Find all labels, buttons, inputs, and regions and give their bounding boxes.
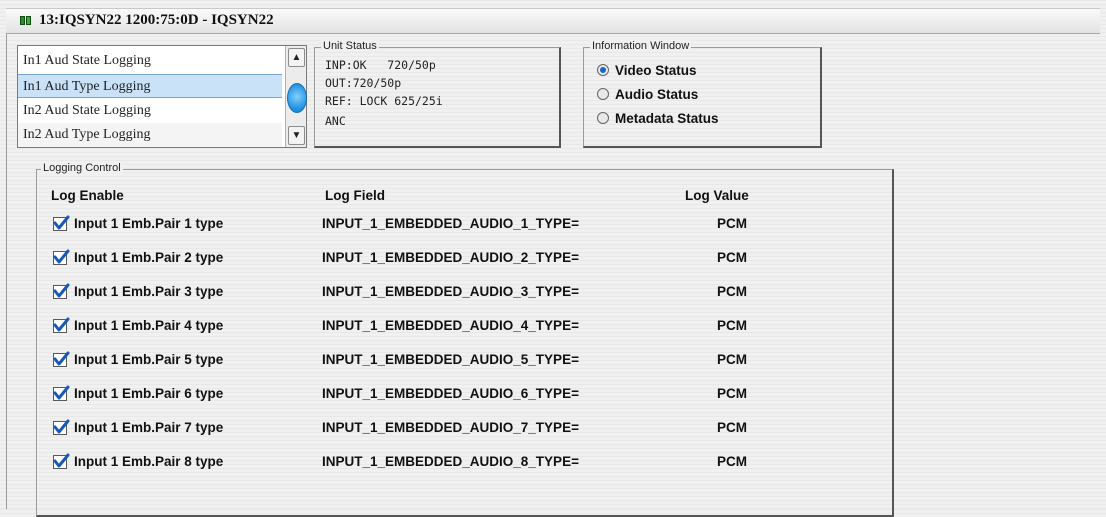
log-field-text: INPUT_1_EMBEDDED_AUDIO_6_TYPE= [322, 386, 579, 401]
log-row: Input 1 Emb.Pair 7 type INPUT_1_EMBEDDED_… [37, 419, 892, 440]
log-field-text: INPUT_1_EMBEDDED_AUDIO_3_TYPE= [322, 284, 579, 299]
log-value-text: PCM [717, 318, 747, 333]
status-line-output: OUT:720/50p [325, 76, 402, 90]
status-line-reference: REF: LOCK 625/25i [325, 94, 443, 108]
radio-label: Video Status [615, 63, 697, 78]
log-field-text: INPUT_1_EMBEDDED_AUDIO_1_TYPE= [322, 216, 579, 231]
radio-metadata-status[interactable]: Metadata Status [597, 111, 719, 126]
radio-label: Audio Status [615, 87, 699, 102]
log-value-header: Log Value [685, 188, 749, 203]
log-enable-checkbox[interactable] [53, 419, 70, 435]
app-window: 13:IQSYN22 1200:75:0D - IQSYN22 In1 Aud … [0, 0, 1106, 517]
log-enable-label[interactable]: Input 1 Emb.Pair 8 type [74, 454, 223, 469]
list-item[interactable]: In1 Aud State Logging [18, 49, 282, 73]
radio-audio-status[interactable]: Audio Status [597, 87, 698, 102]
log-row: Input 1 Emb.Pair 5 type INPUT_1_EMBEDDED_… [37, 351, 892, 372]
log-row: Input 1 Emb.Pair 1 type INPUT_1_EMBEDDED_… [37, 215, 892, 236]
information-window-title: Information Window [590, 40, 692, 52]
checkmark-icon [53, 249, 70, 264]
log-enable-checkbox[interactable] [53, 317, 70, 333]
log-enable-checkbox[interactable] [53, 385, 70, 401]
log-value-text: PCM [717, 454, 747, 469]
checkmark-icon [53, 283, 70, 298]
radio-label: Metadata Status [615, 111, 719, 126]
log-value-text: PCM [717, 250, 747, 265]
scroll-down-icon[interactable]: ▼ [288, 126, 305, 145]
scroll-thumb[interactable] [287, 83, 307, 113]
information-window-panel: Information Window Video Status Audio St… [583, 40, 822, 148]
radio-icon[interactable] [597, 112, 609, 124]
log-field-text: INPUT_1_EMBEDDED_AUDIO_4_TYPE= [322, 318, 579, 333]
log-type-listbox[interactable]: In1 Aud State Logging In1 Aud Type Loggi… [17, 45, 307, 148]
radio-icon[interactable] [597, 88, 609, 100]
list-item[interactable]: In2 Aud State Logging [18, 99, 282, 123]
log-row: Input 1 Emb.Pair 3 type INPUT_1_EMBEDDED_… [37, 283, 892, 304]
list-scrollbar[interactable]: ▲ ▼ [285, 46, 307, 147]
checkmark-icon [53, 317, 70, 332]
checkmark-icon [53, 351, 70, 366]
log-field-text: INPUT_1_EMBEDDED_AUDIO_5_TYPE= [322, 352, 579, 367]
checkmark-icon [53, 215, 70, 230]
log-field-text: INPUT_1_EMBEDDED_AUDIO_2_TYPE= [322, 250, 579, 265]
title-bar[interactable]: 13:IQSYN22 1200:75:0D - IQSYN22 [6, 8, 1100, 34]
log-field-header: Log Field [325, 188, 385, 203]
logging-control-title: Logging Control [41, 162, 123, 174]
log-value-text: PCM [717, 284, 747, 299]
log-enable-label[interactable]: Input 1 Emb.Pair 6 type [74, 386, 223, 401]
log-enable-checkbox[interactable] [53, 249, 70, 265]
radio-selected-icon[interactable] [597, 64, 609, 76]
window-title: 13:IQSYN22 1200:75:0D - IQSYN22 [39, 12, 274, 28]
log-enable-label[interactable]: Input 1 Emb.Pair 4 type [74, 318, 223, 333]
unit-status-panel: Unit Status INP:OK 720/50p OUT:720/50p R… [314, 40, 561, 148]
radio-video-status[interactable]: Video Status [597, 63, 697, 78]
log-enable-checkbox[interactable] [53, 215, 70, 231]
log-enable-checkbox[interactable] [53, 351, 70, 367]
log-value-text: PCM [717, 352, 747, 367]
scroll-up-icon[interactable]: ▲ [288, 48, 305, 67]
status-line-anc: ANC [325, 114, 346, 128]
log-value-text: PCM [717, 216, 747, 231]
list-item-selected[interactable]: In1 Aud Type Logging [18, 74, 282, 98]
checkmark-icon [53, 419, 70, 434]
list-item[interactable]: In2 Aud Type Logging [18, 123, 282, 147]
checkmark-icon [53, 385, 70, 400]
log-enable-checkbox[interactable] [53, 453, 70, 469]
log-field-text: INPUT_1_EMBEDDED_AUDIO_7_TYPE= [322, 420, 579, 435]
log-enable-header: Log Enable [51, 188, 124, 203]
log-enable-label[interactable]: Input 1 Emb.Pair 3 type [74, 284, 223, 299]
window-left-border [6, 30, 7, 509]
log-value-text: PCM [717, 420, 747, 435]
logging-control-panel: Logging Control Log Enable Log Field Log… [36, 162, 894, 517]
checkmark-icon [53, 453, 70, 468]
log-enable-label[interactable]: Input 1 Emb.Pair 1 type [74, 216, 223, 231]
log-enable-checkbox[interactable] [53, 283, 70, 299]
unit-status-title: Unit Status [321, 40, 379, 52]
log-row: Input 1 Emb.Pair 6 type INPUT_1_EMBEDDED_… [37, 385, 892, 406]
log-row: Input 1 Emb.Pair 8 type INPUT_1_EMBEDDED_… [37, 453, 892, 474]
log-value-text: PCM [717, 386, 747, 401]
log-enable-label[interactable]: Input 1 Emb.Pair 2 type [74, 250, 223, 265]
log-field-text: INPUT_1_EMBEDDED_AUDIO_8_TYPE= [322, 454, 579, 469]
status-line-input: INP:OK 720/50p [325, 58, 436, 72]
log-enable-label[interactable]: Input 1 Emb.Pair 5 type [74, 352, 223, 367]
log-row: Input 1 Emb.Pair 4 type INPUT_1_EMBEDDED_… [37, 317, 892, 338]
device-icon [20, 16, 31, 25]
log-enable-label[interactable]: Input 1 Emb.Pair 7 type [74, 420, 223, 435]
log-row: Input 1 Emb.Pair 2 type INPUT_1_EMBEDDED_… [37, 249, 892, 270]
